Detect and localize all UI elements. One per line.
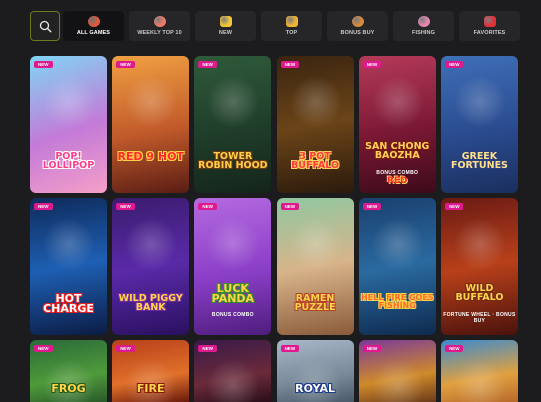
game-subtitle: FORTUNE WHEEL · BONUS BUY	[443, 312, 516, 324]
game-card[interactable]: NEW RAMEN PUZZLE	[276, 198, 354, 335]
game-title: WILD PIGGY BANK	[118, 293, 183, 314]
tab-label: WEEKLY TOP 10	[137, 30, 182, 36]
game-card[interactable]: NEW WILD BUFFALO FORTUNE WHEEL · BONUS BUY	[440, 198, 518, 335]
tab-bonus-buy[interactable]: BONUS BUY	[327, 11, 388, 41]
tab-label: FISHING	[411, 30, 435, 36]
game-title: RED 9 HOT	[117, 150, 184, 163]
new-badge: NEW	[362, 203, 382, 210]
game-card[interactable]: NEW	[194, 340, 272, 402]
new-badge: NEW	[280, 345, 300, 352]
star-icon	[219, 16, 232, 27]
tab-label: FAVORITES	[473, 30, 506, 36]
tab-all-games[interactable]: ALL GAMES	[63, 11, 124, 41]
game-subtitle: BONUS COMBO	[211, 312, 254, 318]
game-card[interactable]: NEW 3 POT BUFFALO	[276, 56, 354, 193]
game-title: FROG	[51, 382, 86, 395]
game-title: HOT CHARGE	[43, 292, 94, 316]
new-badge: NEW	[362, 345, 382, 352]
game-card[interactable]: NEW FROG	[30, 340, 107, 402]
game-artwork	[126, 216, 177, 272]
new-badge: NEW	[280, 61, 300, 68]
new-badge: NEW	[34, 61, 53, 68]
game-title: RAMEN PUZZLE	[294, 293, 336, 314]
new-badge: NEW	[116, 345, 135, 352]
game-card[interactable]: NEW HELL FIRE GOES FISHING	[358, 198, 436, 335]
game-card[interactable]: NEW GREEK FORTUNES	[440, 56, 518, 193]
tab-label: BONUS BUY	[340, 30, 375, 36]
game-card[interactable]: NEW RED 9 HOT	[112, 56, 190, 193]
game-title: 3 POT BUFFALO	[291, 151, 340, 172]
game-title: POP! LOLLIPOP	[42, 151, 95, 172]
search-icon	[39, 20, 52, 33]
slot-icon	[87, 16, 100, 27]
money-bag-icon	[351, 16, 364, 27]
game-card[interactable]: NEW	[358, 340, 436, 402]
game-title: HELL FIRE GOES FISHING	[360, 293, 434, 310]
game-title: WILD BUFFALO	[455, 283, 504, 304]
game-title: LUCK PANDA	[211, 282, 255, 306]
new-badge: NEW	[34, 345, 53, 352]
tab-top[interactable]: TOP	[261, 11, 322, 41]
tab-weekly-top-10[interactable]: WEEKLY TOP 10	[129, 11, 190, 41]
game-subtitle-tag: RED	[386, 176, 408, 186]
new-badge: NEW	[444, 203, 464, 210]
game-artwork	[126, 74, 177, 130]
game-card[interactable]: NEW	[440, 340, 518, 402]
new-badge: NEW	[198, 203, 217, 210]
new-badge: NEW	[444, 61, 464, 68]
game-card[interactable]: NEW LUCK PANDA BONUS COMBO	[194, 198, 272, 335]
new-badge: NEW	[34, 203, 53, 210]
crown-icon	[285, 16, 298, 27]
tab-label: NEW	[218, 30, 233, 36]
game-title: TOWER ROBIN HOOD	[198, 151, 268, 172]
game-card[interactable]: NEW SAN CHONG BAOZHA BONUS COMBO RED	[358, 56, 436, 193]
game-artwork	[44, 216, 94, 272]
games-grid: NEW POP! LOLLIPOP NEW RED 9 HOT NEW TOWER ROB…	[30, 56, 518, 402]
tab-label: ALL GAMES	[76, 30, 111, 36]
heart-icon	[483, 16, 496, 27]
tab-favorites[interactable]: FAVORITES	[459, 11, 520, 41]
game-artwork	[290, 216, 341, 272]
new-badge: NEW	[198, 61, 217, 68]
game-artwork	[372, 216, 423, 272]
new-badge: NEW	[198, 345, 217, 352]
game-artwork	[454, 74, 505, 130]
game-card[interactable]: NEW TOWER ROBIN HOOD	[194, 56, 272, 193]
game-card[interactable]: NEW WILD PIGGY BANK	[112, 198, 190, 335]
tab-fishing[interactable]: FISHING	[393, 11, 454, 41]
game-title: FIRE	[136, 382, 165, 395]
tab-label: TOP	[285, 30, 298, 36]
new-badge: NEW	[362, 61, 382, 68]
tab-new[interactable]: NEW	[195, 11, 256, 41]
game-title: ROYAL	[295, 382, 335, 395]
game-artwork	[290, 358, 341, 402]
search-button[interactable]	[30, 11, 60, 41]
game-artwork	[44, 74, 94, 130]
game-title: GREEK FORTUNES	[450, 151, 508, 172]
game-card[interactable]: NEW FIRE	[112, 340, 190, 402]
hot-icon	[153, 16, 166, 27]
new-badge: NEW	[444, 345, 464, 352]
category-bar: ALL GAMES WEEKLY TOP 10 NEW TOP BONUS BUY FIS…	[0, 0, 541, 50]
game-artwork	[290, 74, 341, 130]
game-card[interactable]: NEW HOT CHARGE	[30, 198, 107, 335]
shell-icon	[417, 16, 430, 27]
new-badge: NEW	[116, 61, 135, 68]
game-card[interactable]: NEW ROYAL	[276, 340, 354, 402]
game-artwork	[454, 216, 505, 272]
game-card[interactable]: NEW POP! LOLLIPOP	[30, 56, 107, 193]
category-tabs: ALL GAMES WEEKLY TOP 10 NEW TOP BONUS BUY FIS…	[63, 11, 520, 41]
game-title: SAN CHONG BAOZHA	[365, 141, 430, 162]
game-artwork	[372, 74, 423, 130]
new-badge: NEW	[280, 203, 300, 210]
new-badge: NEW	[116, 203, 135, 210]
